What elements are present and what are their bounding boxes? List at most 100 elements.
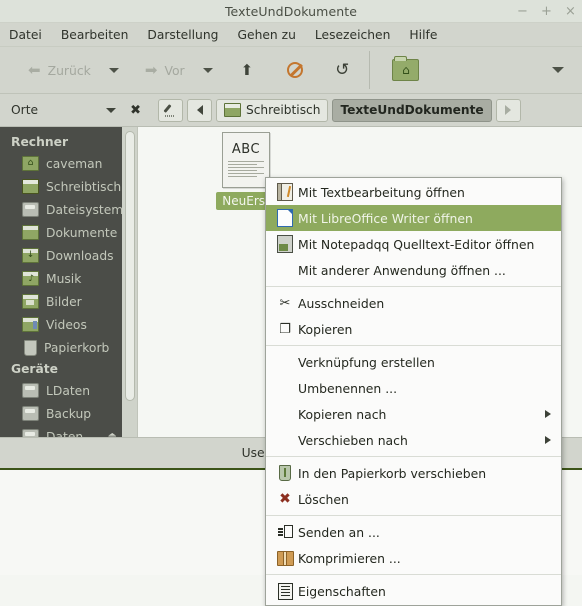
back-button[interactable]: ⬅ Zurück (0, 47, 93, 93)
sidebar-item-musik[interactable]: Musik (0, 267, 137, 290)
places-header-label: Orte (11, 103, 39, 117)
context-menu: Mit Textbearbeitung öffnen Mit LibreOffi… (265, 177, 562, 606)
edit-path-button[interactable] (158, 98, 183, 122)
no-icon (275, 379, 295, 397)
scissors-icon: ✂ (279, 295, 291, 311)
forward-history-dropdown[interactable] (187, 47, 223, 93)
drive-icon (22, 429, 39, 437)
sidebar-item-schreibtisch[interactable]: Schreibtisch (0, 175, 137, 198)
back-label: Zurück (47, 62, 91, 78)
menu-item-cut[interactable]: ✂ Ausschneiden (266, 290, 561, 316)
places-sidebar: Rechner caveman Schreibtisch Dateisystem (0, 127, 137, 437)
sidebar-item-downloads[interactable]: Downloads (0, 244, 137, 267)
menu-item-rename[interactable]: Umbenennen ... (266, 375, 561, 401)
home-button[interactable]: ⌂ (374, 47, 437, 93)
sidebar-item-videos[interactable]: Videos (0, 313, 137, 336)
breadcrumb-texteunddokumente[interactable]: TexteUndDokumente (332, 98, 492, 122)
menu-hilfe[interactable]: Hilfe (409, 28, 437, 42)
menu-item-label: Mit Textbearbeitung öffnen (298, 184, 465, 200)
maximize-icon[interactable]: + (541, 5, 552, 18)
back-history-dropdown[interactable] (93, 47, 129, 93)
no-icon (275, 405, 295, 423)
sidebar-item-label: Backup (46, 406, 92, 421)
path-scroll-right-button[interactable] (495, 98, 521, 122)
menu-item-compress[interactable]: Komprimieren ... (266, 545, 561, 571)
menu-item-label: Löschen (298, 491, 349, 507)
menu-gehen-zu[interactable]: Gehen zu (237, 28, 295, 42)
menu-item-move-to[interactable]: Verschieben nach (266, 427, 561, 453)
menu-item-label: In den Papierkorb verschieben (298, 465, 487, 481)
home-folder-icon: ⌂ (392, 56, 420, 81)
menu-item-label: Verknüpfung erstellen (298, 354, 435, 370)
stop-icon (287, 62, 304, 78)
sidebar-item-daten[interactable]: Daten ⏏ (0, 425, 137, 437)
breadcrumb-schreibtisch[interactable]: Schreibtisch (216, 98, 329, 122)
menu-item-label: Verschieben nach (298, 432, 408, 448)
sidebar-item-dateisystem[interactable]: Dateisystem (0, 198, 137, 221)
reload-button[interactable]: ↺ (319, 47, 365, 93)
places-header[interactable]: Orte ✖ (0, 94, 152, 126)
sidebar-item-label: Musik (46, 271, 82, 286)
title-bar: TexteUndDokumente − + × (0, 0, 582, 23)
up-arrow-icon: ⬆ (240, 61, 254, 79)
close-icon[interactable]: × (565, 5, 576, 18)
toolbar: ⬅ Zurück ➡ Vor ⬆ ↺ ⌂ (0, 47, 582, 94)
menu-item-delete[interactable]: ✖ Löschen (266, 486, 561, 512)
minimize-icon[interactable]: − (517, 5, 528, 18)
menu-item-copy-to[interactable]: Kopieren nach (266, 401, 561, 427)
sidebar-item-label: Schreibtisch (46, 179, 122, 194)
menu-darstellung[interactable]: Darstellung (147, 28, 218, 42)
close-sidebar-icon[interactable]: ✖ (130, 103, 141, 118)
sidebar-item-caveman[interactable]: caveman (0, 152, 137, 175)
copy-icon: ❐ (279, 321, 291, 337)
menu-lesezeichen[interactable]: Lesezeichen (315, 28, 391, 42)
menu-item-open-with-other-application[interactable]: Mit anderer Anwendung öffnen ... (266, 257, 561, 283)
menu-separator (266, 515, 561, 516)
menu-item-create-link[interactable]: Verknüpfung erstellen (266, 349, 561, 375)
videos-folder-icon (22, 317, 39, 332)
menu-item-send-to[interactable]: Senden an ... (266, 519, 561, 545)
places-group-geraete: Geräte (11, 362, 59, 376)
downloads-folder-icon (22, 248, 39, 263)
sidebar-item-dokumente[interactable]: Dokumente (0, 221, 137, 244)
menu-item-open-with-libreoffice-writer[interactable]: Mit LibreOffice Writer öffnen (266, 205, 561, 231)
path-scroll-left-button[interactable] (187, 98, 212, 122)
submenu-arrow-icon (545, 436, 551, 444)
sidebar-item-label: Videos (46, 317, 87, 332)
up-button[interactable]: ⬆ (223, 47, 272, 93)
menu-item-open-with-notepadqq[interactable]: Mit Notepadqq Quelltext-Editor öffnen (266, 231, 561, 257)
menu-datei[interactable]: Datei (9, 28, 42, 42)
toolbar-overflow-button[interactable] (552, 47, 564, 93)
eject-icon[interactable]: ⏏ (108, 431, 117, 437)
menu-item-properties[interactable]: Eigenschaften (266, 578, 561, 604)
menu-item-move-to-trash[interactable]: In den Papierkorb verschieben (266, 460, 561, 486)
menu-item-label: Kopieren nach (298, 406, 387, 422)
trash-icon (24, 339, 37, 356)
sidebar-scrollbar[interactable] (122, 127, 137, 437)
sidebar-scrollbar-thumb[interactable] (125, 131, 135, 401)
send-to-icon (275, 523, 295, 541)
menu-item-open-with-text-editor[interactable]: Mit Textbearbeitung öffnen (266, 179, 561, 205)
sidebar-item-bilder[interactable]: Bilder (0, 290, 137, 313)
forward-button[interactable]: ➡ Vor (129, 47, 187, 93)
pencil-icon (164, 103, 178, 117)
sidebar-item-papierkorb[interactable]: Papierkorb (0, 336, 137, 359)
sidebar-item-label: Dateisystem (46, 202, 124, 217)
music-folder-icon (22, 271, 39, 286)
menu-item-label: Eigenschaften (298, 583, 386, 599)
location-bar: Orte ✖ Schreibtisch TexteUndDokumente (0, 94, 582, 127)
sidebar-item-backup[interactable]: Backup (0, 402, 137, 425)
chevron-down-icon[interactable] (106, 107, 117, 113)
text-editor-icon (275, 183, 295, 201)
sidebar-item-label: LDaten (46, 383, 91, 398)
menu-bearbeiten[interactable]: Bearbeiten (61, 28, 129, 42)
menu-item-label: Umbenennen ... (298, 380, 398, 396)
delete-x-icon: ✖ (279, 491, 291, 507)
stop-button[interactable] (271, 47, 319, 93)
menu-item-copy[interactable]: ❐ Kopieren (266, 316, 561, 342)
triangle-right-icon (505, 105, 512, 115)
menu-item-label: Komprimieren ... (298, 550, 401, 566)
sidebar-item-ldaten[interactable]: LDaten (0, 379, 137, 402)
archive-icon (275, 549, 295, 567)
triangle-left-icon (196, 105, 203, 115)
